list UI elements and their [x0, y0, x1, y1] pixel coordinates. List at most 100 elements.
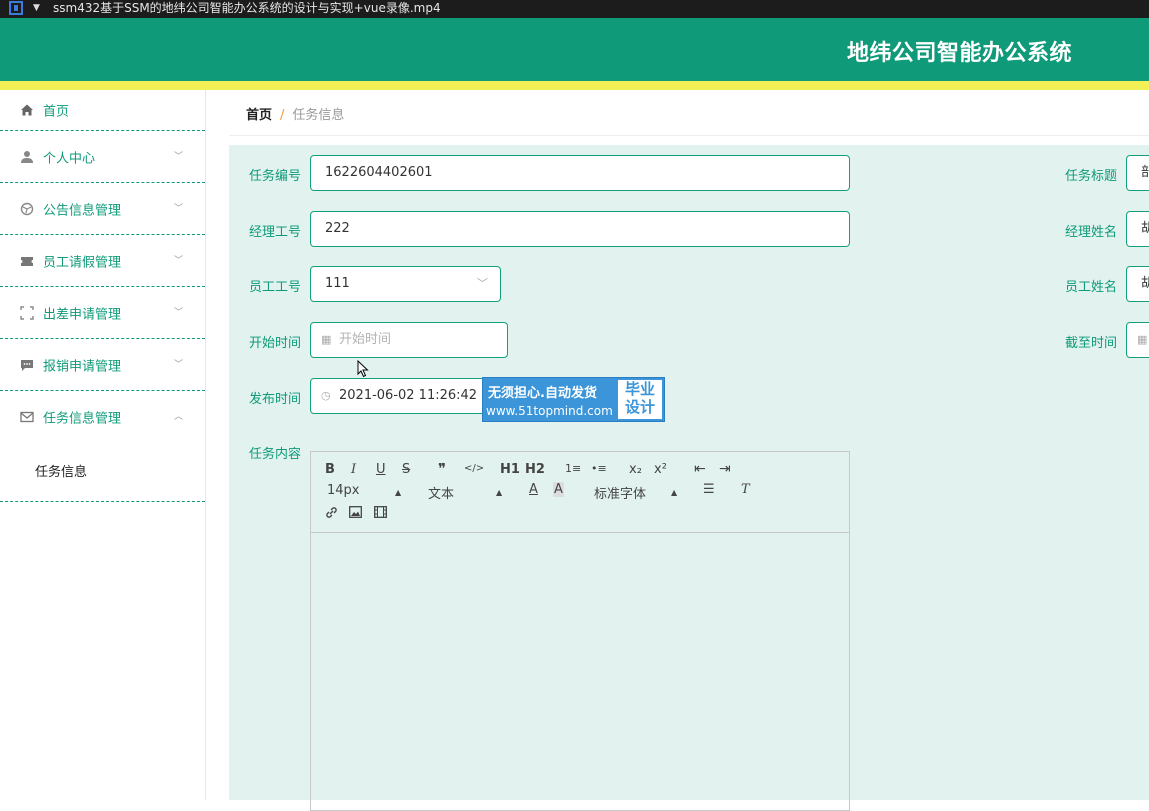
- image-icon[interactable]: [349, 506, 362, 518]
- watermark-box-line1: 毕业: [624, 380, 655, 398]
- start-time-picker[interactable]: ▦ 开始时间: [310, 322, 508, 358]
- breadcrumb-home[interactable]: 首页: [246, 108, 272, 123]
- start-time-label: 开始时间: [249, 336, 302, 351]
- publish-time-picker[interactable]: ◷ 2021-06-02 11:26:42: [310, 378, 508, 414]
- video-icon[interactable]: [374, 506, 387, 518]
- globe-icon: [20, 202, 34, 215]
- rich-text-editor: B I U S ❞ </> H1 H2 1≡ •≡ x₂ x² ⇤ ⇥ 14px…: [310, 451, 850, 811]
- mouse-cursor-icon: [357, 360, 369, 378]
- background-color-icon[interactable]: A: [553, 482, 564, 497]
- breadcrumb-current: 任务信息: [292, 108, 345, 123]
- watermark-box-line2: 设计: [624, 398, 655, 416]
- sidebar: 首页 个人中心 ﹀ 公告信息管理 ﹀ 员工请假管理 ﹀ 出差申请管理 ﹀ 报销申…: [0, 90, 206, 800]
- chevron-down-icon[interactable]: ▼: [33, 3, 40, 13]
- bold-button[interactable]: B: [325, 462, 335, 477]
- chevron-down-icon: ﹀: [174, 307, 184, 318]
- submenu-task: 任务信息: [0, 443, 205, 502]
- header-select-value: 文本: [428, 487, 455, 502]
- font-family-select[interactable]: 标准字体: [594, 483, 646, 502]
- sidebar-item-label: 报销申请管理: [43, 359, 122, 374]
- task-form: 任务编号 1622604402601 任务标题 部 经理工号 222 经理姓名 …: [229, 145, 1149, 811]
- indent-button[interactable]: ⇥: [719, 461, 731, 477]
- publish-time-value: 2021-06-02 11:26:42: [339, 388, 478, 403]
- ticket-icon: [21, 256, 33, 266]
- sidebar-item-label: 公告信息管理: [43, 203, 122, 218]
- italic-button[interactable]: I: [351, 462, 356, 477]
- breadcrumb: 首页 / 任务信息: [246, 104, 344, 123]
- watermark-badge: 无须担心.自动发货 www.51topmind.com 毕业 设计: [482, 377, 665, 422]
- app-icon[interactable]: [9, 1, 23, 15]
- window-title-bar: ▼ ssm432基于SSM的地纬公司智能办公系统的设计与实现+vue录像.mp4: [0, 0, 1149, 18]
- chevron-up-icon: ︿: [174, 412, 184, 423]
- strike-button[interactable]: S: [402, 462, 410, 477]
- heading1-button[interactable]: H1: [500, 462, 520, 477]
- task-title-label: 任务标题: [1065, 169, 1118, 184]
- updown-icon: ▲: [496, 488, 503, 497]
- ordered-list-button[interactable]: 1≡: [565, 462, 581, 475]
- chevron-down-icon: ﹀: [174, 203, 184, 214]
- outdent-button[interactable]: ⇤: [694, 461, 706, 477]
- sidebar-item-label: 任务信息管理: [43, 411, 122, 427]
- breadcrumb-separator: /: [280, 108, 285, 123]
- start-time-placeholder: 开始时间: [339, 332, 392, 347]
- sidebar-item-business-trip[interactable]: 出差申请管理 ﹀: [0, 287, 205, 339]
- manager-name-label: 经理姓名: [1065, 225, 1118, 240]
- manager-id-label: 经理工号: [249, 225, 302, 240]
- sidebar-item-home[interactable]: 首页: [0, 90, 205, 131]
- link-icon[interactable]: [325, 506, 338, 519]
- sidebar-item-personal-center[interactable]: 个人中心 ﹀: [0, 131, 205, 183]
- task-no-label: 任务编号: [249, 169, 302, 184]
- sidebar-item-label: 首页: [43, 104, 70, 120]
- superscript-button[interactable]: x²: [654, 462, 667, 477]
- bullet-list-button[interactable]: •≡: [591, 462, 607, 475]
- manager-name-input[interactable]: 胡: [1126, 211, 1149, 247]
- watermark-url: www.51topmind.com: [486, 404, 613, 418]
- fullscreen-icon: [20, 305, 34, 320]
- sidebar-item-label: 员工请假管理: [43, 255, 122, 270]
- sidebar-item-leave-management[interactable]: 员工请假管理 ﹀: [0, 235, 205, 287]
- font-color-icon[interactable]: A: [529, 482, 538, 497]
- task-no-input[interactable]: 1622604402601: [310, 155, 850, 191]
- watermark-text: 无须担心.自动发货: [488, 386, 597, 401]
- align-icon[interactable]: ☰: [703, 482, 715, 497]
- home-icon: [21, 104, 33, 116]
- employee-id-label: 员工工号: [249, 280, 302, 295]
- chevron-down-icon: ﹀: [174, 359, 184, 370]
- blockquote-button[interactable]: ❞: [438, 460, 446, 478]
- breadcrumb-bar: 首页 / 任务信息: [229, 90, 1149, 136]
- calendar-icon: ▦: [1137, 333, 1148, 346]
- app-header: 地纬公司智能办公系统: [0, 18, 1149, 81]
- employee-name-input[interactable]: 胡: [1126, 266, 1149, 302]
- updown-icon: ▲: [395, 488, 402, 497]
- updown-icon: ▲: [671, 488, 678, 497]
- editor-toolbar: B I U S ❞ </> H1 H2 1≡ •≡ x₂ x² ⇤ ⇥ 14px…: [311, 452, 849, 533]
- sidebar-subitem-task-info[interactable]: 任务信息: [35, 461, 87, 480]
- font-size-value: 14px: [327, 483, 360, 498]
- sidebar-item-task-management[interactable]: 任务信息管理 ︿: [0, 391, 205, 443]
- sidebar-item-reimbursement[interactable]: 报销申请管理 ﹀: [0, 339, 205, 391]
- clear-format-icon[interactable]: T: [741, 482, 750, 497]
- manager-id-input[interactable]: 222: [310, 211, 850, 247]
- chevron-down-icon: ﹀: [174, 151, 184, 162]
- content-label: 任务内容: [249, 447, 302, 462]
- font-size-select[interactable]: 14px: [327, 483, 360, 498]
- deadline-picker[interactable]: ▦: [1126, 322, 1149, 358]
- editor-content-area[interactable]: [311, 533, 849, 811]
- app-brand-title: 地纬公司智能办公系统: [846, 41, 1072, 66]
- code-block-button[interactable]: </>: [464, 463, 484, 474]
- window-title: ssm432基于SSM的地纬公司智能办公系统的设计与实现+vue录像.mp4: [53, 1, 441, 15]
- sidebar-item-announcements[interactable]: 公告信息管理 ﹀: [0, 183, 205, 235]
- employee-id-value: 111: [325, 276, 350, 291]
- heading2-button[interactable]: H2: [525, 462, 545, 477]
- mail-icon: [20, 411, 34, 423]
- employee-id-select[interactable]: 111 ﹀: [310, 266, 501, 302]
- font-family-value: 标准字体: [594, 487, 647, 502]
- header-select[interactable]: 文本: [428, 483, 454, 502]
- subscript-button[interactable]: x₂: [629, 462, 642, 477]
- watermark-box: 毕业 设计: [618, 380, 662, 419]
- task-title-input[interactable]: 部: [1126, 155, 1149, 191]
- sidebar-item-label: 个人中心: [43, 151, 96, 166]
- chat-icon: [21, 359, 33, 371]
- underline-button[interactable]: U: [376, 462, 386, 477]
- deadline-label: 截至时间: [1065, 336, 1118, 351]
